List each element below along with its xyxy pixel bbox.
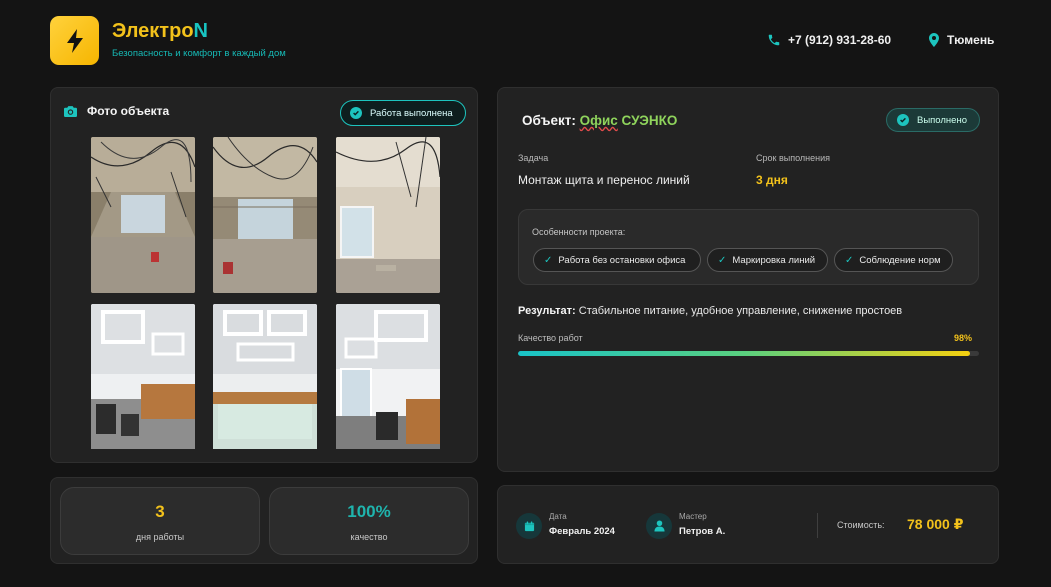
stat-number: 3 [155, 502, 165, 521]
price-label: Стоимость: [837, 520, 885, 530]
check-circle-icon [897, 114, 909, 126]
date-value: Февраль 2024 [549, 526, 615, 537]
photo-thumbnail[interactable] [91, 137, 195, 293]
city-selector[interactable]: Тюмень [928, 33, 994, 47]
photo-thumbnail[interactable] [213, 304, 317, 460]
quality-percent: 98% [954, 333, 973, 343]
map-pin-icon [929, 33, 939, 47]
stat-card-quality: 100% качество [269, 487, 469, 555]
brand-logo[interactable] [50, 16, 99, 65]
status-badge: Выполнено [886, 108, 980, 132]
phone-icon [768, 34, 780, 46]
task-value: Монтаж щита и перенос линий [518, 173, 690, 187]
price-value: 78 000 ₽ [907, 516, 964, 532]
stat-label: качество [350, 532, 388, 542]
quality-label: Качество работ [518, 333, 583, 343]
photos-panel: Фото объекта Работа выполнена [50, 87, 478, 463]
check-icon: ✓ [845, 254, 854, 266]
quality-progress-fill [518, 351, 970, 356]
check-icon: ✓ [544, 254, 553, 266]
photo-thumbnail[interactable] [336, 304, 440, 460]
task-label: Задача [518, 153, 549, 163]
feature-chip: ✓ Маркировка линий [707, 248, 828, 272]
work-done-badge: Работа выполнена [340, 100, 466, 126]
photo-thumbnail[interactable] [336, 137, 440, 293]
photo-thumbnail[interactable] [213, 137, 317, 293]
feature-chip: ✓ Работа без остановки офиса [533, 248, 701, 272]
check-icon: ✓ [718, 254, 727, 266]
photos-title: Фото объекта [64, 104, 169, 118]
stat-label: дня работы [135, 532, 185, 542]
object-title: Объект: Офис СУЭНКО [522, 113, 678, 128]
check-circle-icon [350, 107, 362, 119]
brand-name: ЭлектроN [112, 20, 208, 42]
photo-thumbnail[interactable] [91, 304, 195, 460]
lightning-icon [66, 28, 83, 53]
result-text: Результат: Стабильное питание, удобное у… [518, 305, 903, 317]
stat-card-days: 3 дня работы [60, 487, 260, 555]
object-info-panel: Объект: Офис СУЭНКО Выполнено Задача Мон… [497, 87, 999, 472]
phone-number: +7 (912) 931-28-60 [788, 33, 892, 47]
quality-progress-bar [518, 351, 979, 356]
stats-panel: 3 дня работы 100% качество [50, 477, 478, 564]
date-label: Дата [549, 512, 567, 521]
master-label: Мастер [679, 512, 707, 521]
project-meta-panel: Дата Февраль 2024 Мастер Петров А. Стоим… [497, 485, 999, 564]
phone-link[interactable]: +7 (912) 931-28-60 [767, 33, 891, 47]
calendar-icon [516, 513, 542, 539]
feature-chip: ✓ Соблюдение норм [834, 248, 953, 272]
master-value: Петров А. [679, 526, 726, 537]
user-icon [646, 513, 672, 539]
term-label: Срок выполнения [756, 153, 830, 163]
features-label: Особенности проекта: [532, 227, 626, 237]
term-value: 3 дня [756, 173, 788, 187]
camera-icon [64, 106, 77, 117]
divider [817, 513, 818, 538]
brand-tagline: Безопасность и комфорт в каждый дом [112, 48, 286, 59]
city-name: Тюмень [947, 33, 995, 47]
stat-number: 100% [347, 502, 391, 521]
features-box: Особенности проекта: ✓ Работа без остано… [518, 209, 979, 285]
